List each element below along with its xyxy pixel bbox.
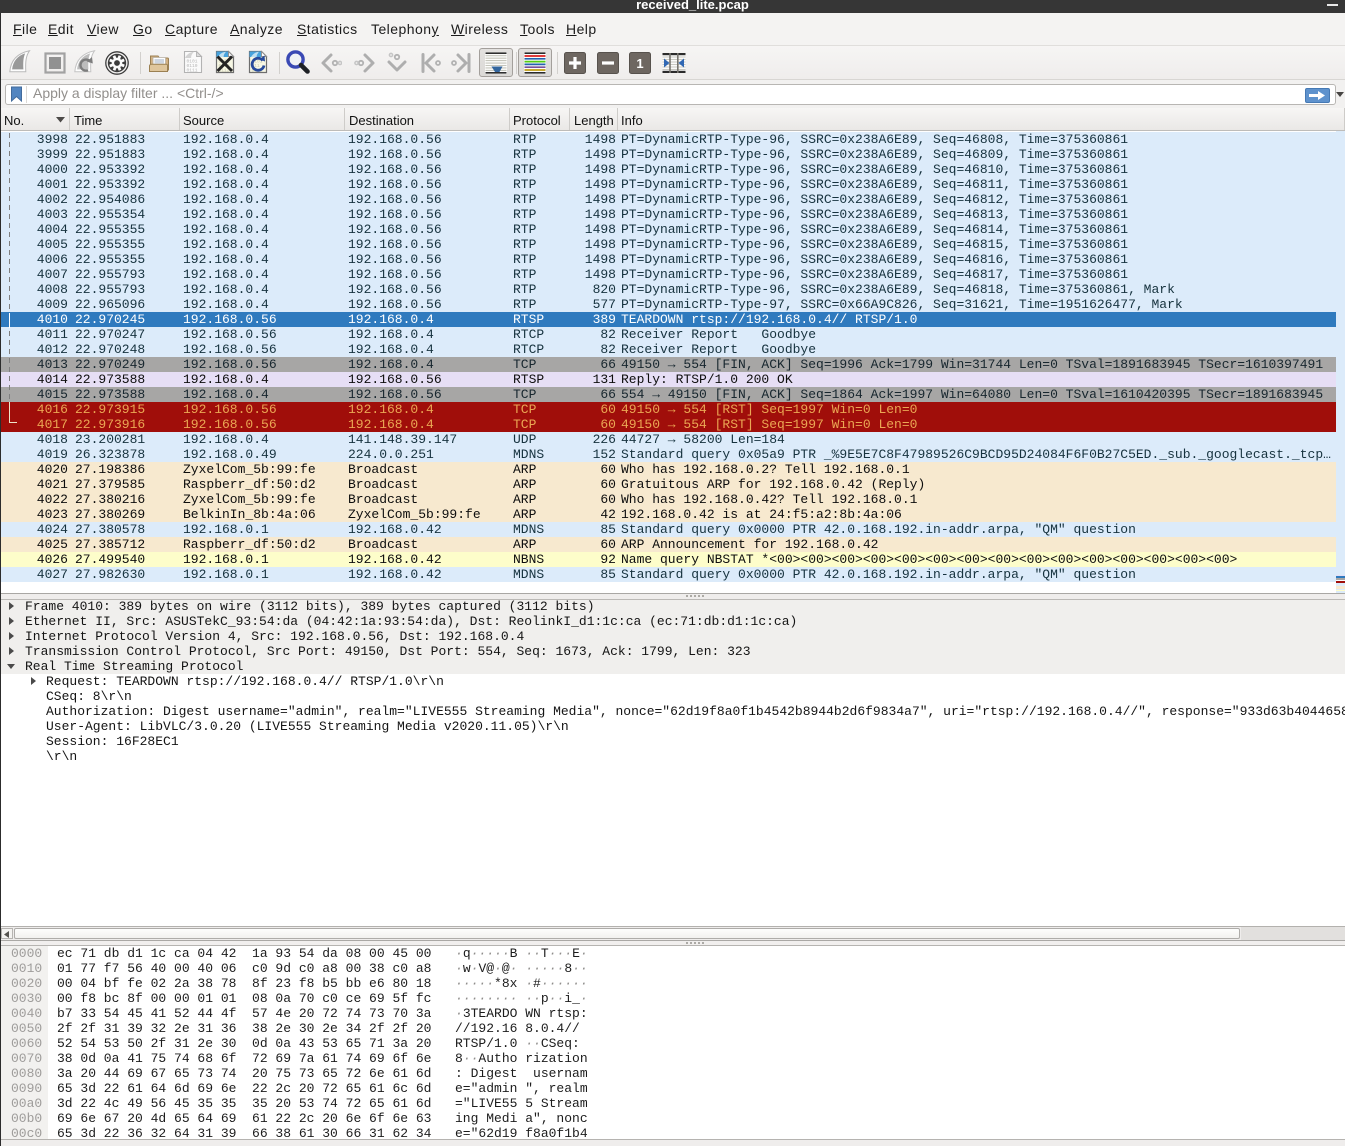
svg-text:0111: 0111 xyxy=(187,68,198,74)
svg-text:1: 1 xyxy=(636,56,643,71)
